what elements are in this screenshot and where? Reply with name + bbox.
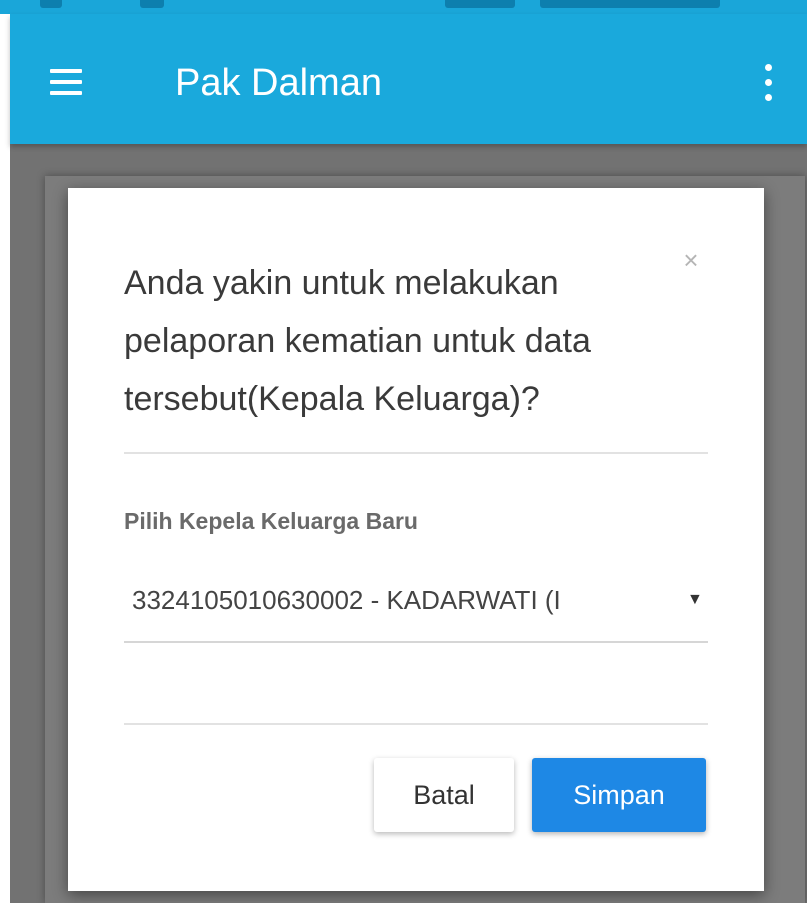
app-bar: Pak Dalman [10,14,807,144]
dialog-title: Anda yakin untuk melakukan pelaporan kem… [124,264,591,418]
status-bar [0,0,807,14]
status-icon [140,0,164,8]
cancel-button[interactable]: Batal [374,758,514,832]
divider [124,723,708,725]
kepala-keluarga-select[interactable]: 3324105010630002 - KADARWATI (I ▼ [124,581,708,643]
select-value: 3324105010630002 - KADARWATI (I [132,585,561,615]
save-button[interactable]: Simpan [532,758,706,832]
dropdown-arrow-icon: ▼ [687,591,703,608]
close-icon[interactable]: × [681,247,701,273]
confirm-dialog: Anda yakin untuk melakukan pelaporan kem… [68,188,764,891]
field-label: Pilih Kepela Keluarga Baru [124,508,418,534]
status-icon [445,0,515,8]
status-icon [40,0,62,8]
status-icon [540,0,720,8]
app-title: Pak Dalman [175,62,382,104]
hamburger-menu-icon[interactable] [50,69,82,95]
more-vertical-icon[interactable] [760,64,776,104]
divider [124,452,708,454]
